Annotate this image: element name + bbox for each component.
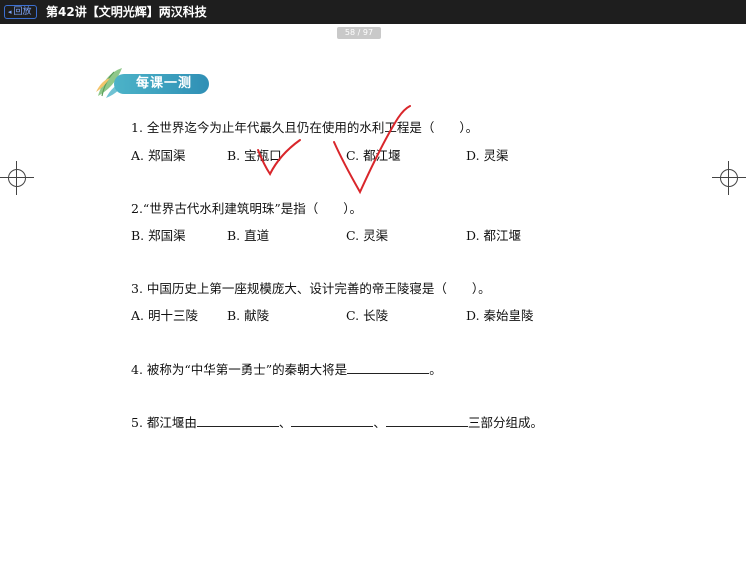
handwritten-annotations <box>257 105 411 195</box>
check-mark-icon <box>333 105 411 195</box>
check-mark-icon <box>257 139 301 176</box>
